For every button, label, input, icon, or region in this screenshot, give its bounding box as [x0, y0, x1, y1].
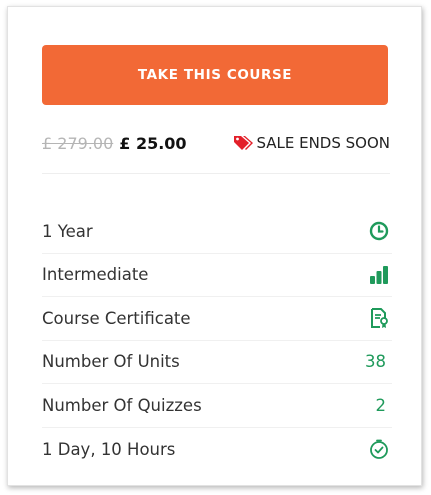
course-sidebar-card: TAKE THIS COURSE £ 279.00 £ 25.00 SALE E… [7, 6, 422, 486]
divider [42, 173, 390, 174]
take-this-course-button[interactable]: TAKE THIS COURSE [42, 45, 388, 105]
detail-label: Intermediate [42, 265, 149, 285]
stopwatch-icon [366, 436, 392, 462]
detail-label: 1 Day, 10 Hours [42, 439, 176, 459]
detail-label: Course Certificate [42, 308, 191, 328]
certificate-icon [366, 305, 392, 331]
detail-label: Number Of Quizzes [42, 395, 202, 415]
detail-time: 1 Day, 10 Hours [42, 428, 392, 472]
detail-duration: 1 Year [42, 210, 392, 254]
detail-units: Number Of Units 38 [42, 341, 392, 384]
detail-level: Intermediate [42, 254, 392, 297]
sale-price: £ 25.00 [119, 133, 187, 153]
level-bars-icon [366, 262, 392, 288]
original-price: £ 279.00 [42, 133, 114, 153]
sale-ends-text: SALE ENDS SOON [256, 134, 390, 152]
price-tag-icon [233, 134, 255, 152]
course-details-list: 1 Year Intermediate Course Certificate N… [42, 210, 392, 471]
detail-certificate: Course Certificate [42, 297, 392, 341]
price-row: £ 279.00 £ 25.00 SALE ENDS SOON [42, 129, 390, 157]
sale-badge: SALE ENDS SOON [233, 134, 390, 152]
detail-label: 1 Year [42, 221, 93, 241]
quizzes-count: 2 [375, 395, 387, 415]
detail-quizzes: Number Of Quizzes 2 [42, 384, 392, 428]
detail-label: Number Of Units [42, 352, 180, 372]
clock-icon [366, 218, 392, 244]
units-count: 38 [365, 352, 386, 372]
